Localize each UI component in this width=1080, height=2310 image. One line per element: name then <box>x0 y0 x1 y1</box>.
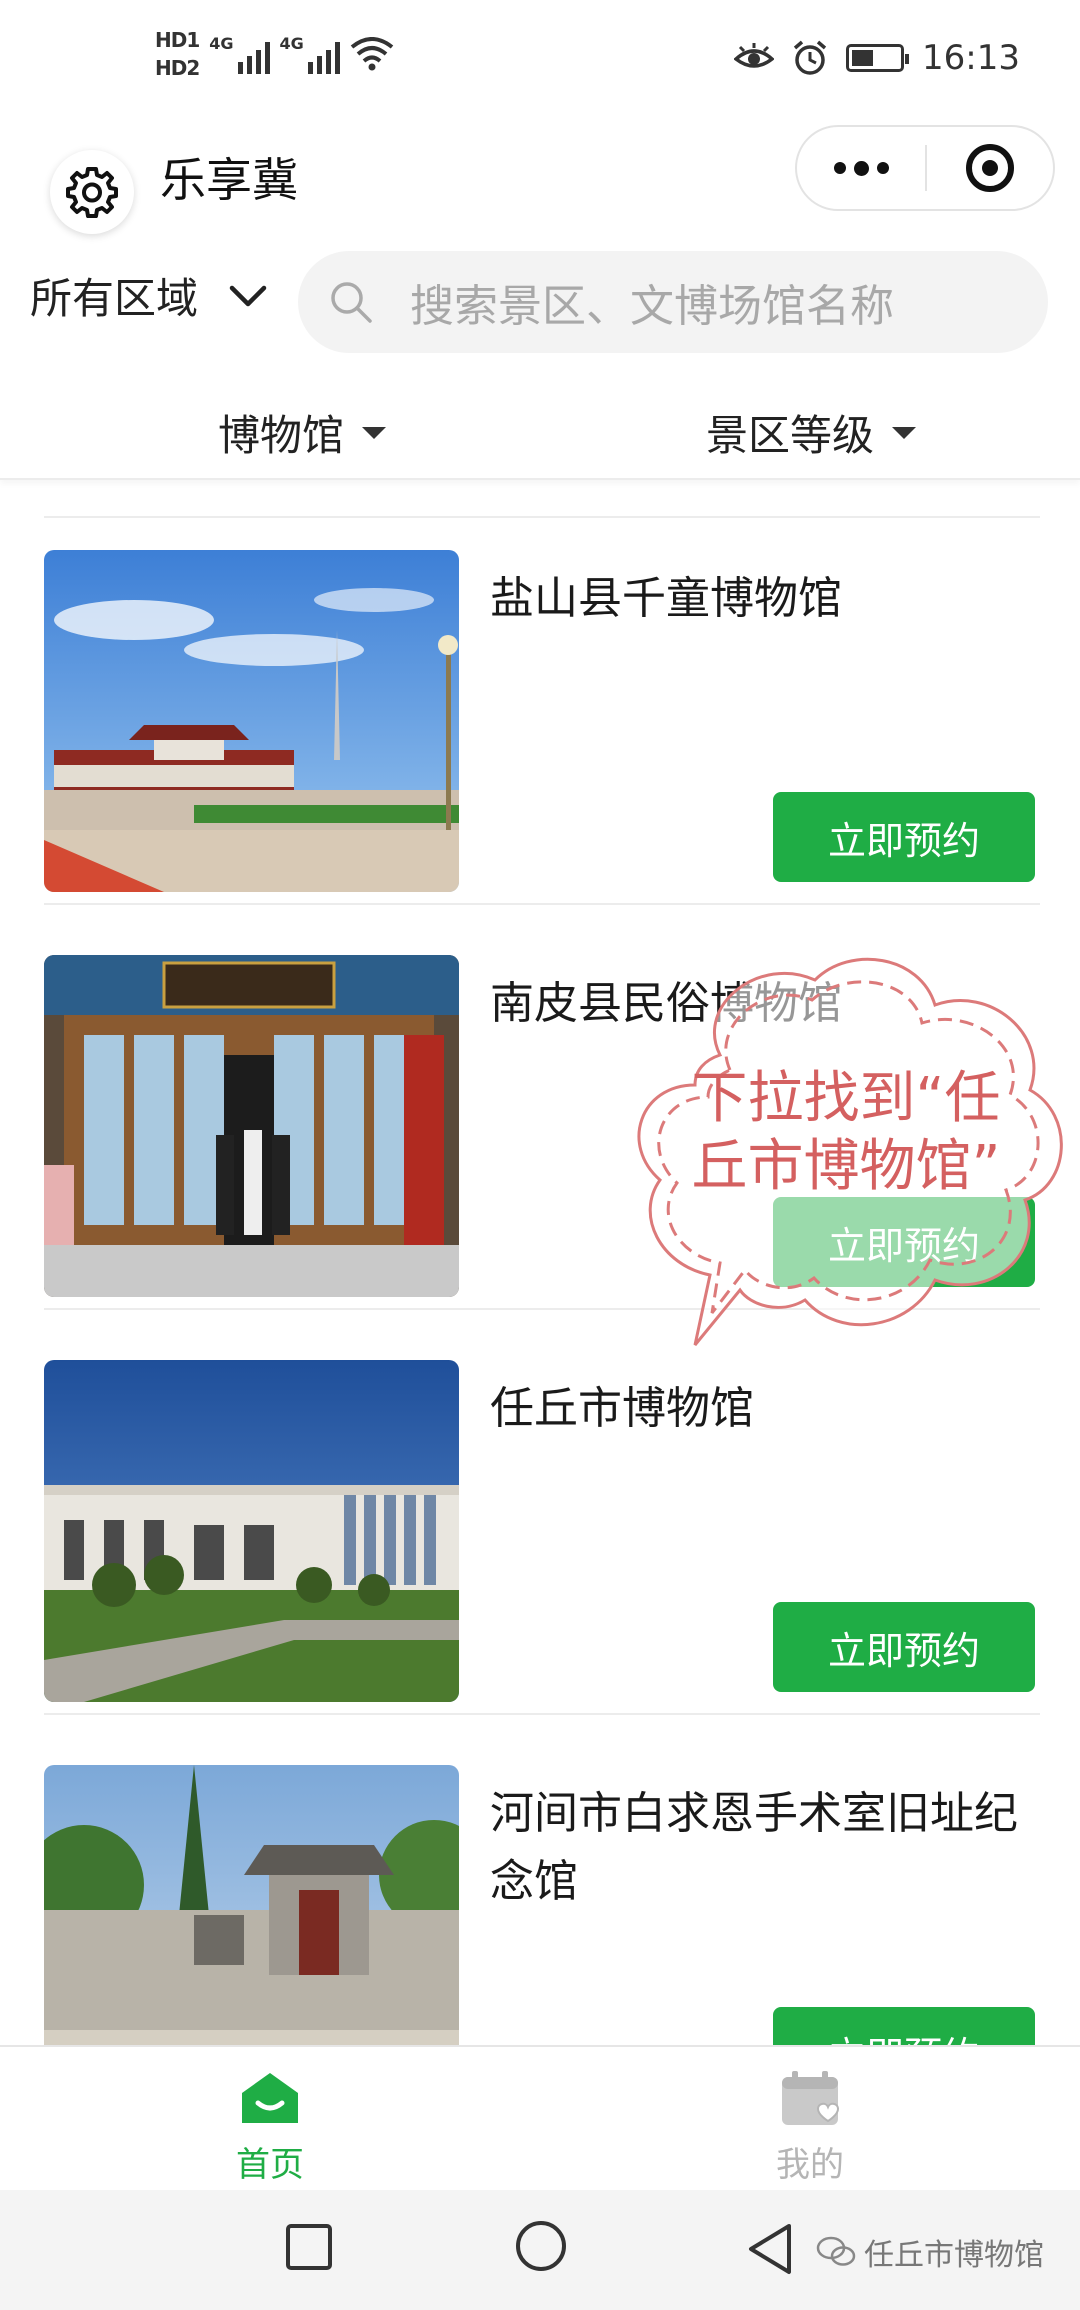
gear-icon <box>66 167 118 218</box>
battery-level <box>852 50 874 66</box>
tab-mine[interactable]: 我的 <box>710 2069 910 2186</box>
book-now-button[interactable]: 立即预约 <box>773 792 1035 882</box>
hd1-label: HD1 <box>155 28 200 52</box>
mini-program-capsule <box>795 125 1055 211</box>
status-right: 16:13 <box>734 38 1020 78</box>
venue-photo[interactable] <box>44 955 459 1297</box>
venue-item[interactable]: 河间市白求恩手术室旧址纪念馆 立即预约 <box>0 1715 1080 2045</box>
caret-down-icon <box>362 426 387 439</box>
status-bar: HD1 HD2 4G 4G 16:13 <box>0 0 1080 120</box>
target-icon <box>965 144 1014 192</box>
clock: 16:13 <box>922 38 1020 78</box>
filter-level-label: 景区等级 <box>706 411 875 460</box>
system-nav-bar: 任丘市博物馆 <box>0 2190 1080 2310</box>
calendar-heart-icon <box>782 2071 840 2125</box>
recents-square-icon[interactable] <box>284 2222 334 2272</box>
hd2-label: HD2 <box>155 56 200 80</box>
tab-home-label: 首页 <box>236 2145 304 2185</box>
venue-photo[interactable] <box>44 1765 459 2045</box>
book-now-button[interactable]: 立即预约 <box>773 1197 1035 1287</box>
venue-photo[interactable] <box>44 550 459 892</box>
home-icon <box>242 2073 298 2123</box>
region-dropdown[interactable]: 所有区域 <box>30 265 268 326</box>
caret-down-icon <box>892 426 917 439</box>
venue-item[interactable]: 任丘市博物馆 立即预约 <box>0 1310 1080 1715</box>
book-now-button[interactable]: 立即预约 <box>773 1602 1035 1692</box>
app-title: 乐享冀 <box>160 153 298 207</box>
eye-icon <box>734 43 775 68</box>
venue-name: 盐山县千童博物馆 <box>490 573 842 624</box>
filter-level[interactable]: 景区等级 <box>706 402 917 463</box>
venue-item[interactable]: 盐山县千童博物馆 立即预约 <box>0 500 1080 905</box>
signal-1-icon: 4G <box>209 34 270 74</box>
venue-name: 河间市白求恩手术室旧址纪念馆 <box>490 1788 1018 1907</box>
wifi-icon <box>350 37 394 71</box>
filter-category[interactable]: 博物馆 <box>218 402 387 463</box>
search-row: 所有区域 搜索景区、文博场馆名称 <box>0 245 1080 355</box>
hd-indicators: HD1 HD2 <box>155 28 200 80</box>
title-bar: 乐享冀 <box>0 120 1080 240</box>
search-placeholder: 搜索景区、文博场馆名称 <box>410 281 894 332</box>
app-logo <box>50 150 134 234</box>
battery-icon <box>846 44 910 72</box>
venue-photo[interactable] <box>44 1360 459 1702</box>
tab-mine-label: 我的 <box>776 2145 844 2185</box>
venue-item[interactable]: 南皮县民俗博物馆 立即预约 <box>0 905 1080 1310</box>
watermark: 任丘市博物馆 <box>816 2230 1044 2274</box>
venue-name: 任丘市博物馆 <box>490 1383 754 1434</box>
venue-list[interactable]: 盐山县千童博物馆 立即预约 南皮县民俗博物馆 立即预约 任丘市博物馆 立即预约 … <box>0 500 1080 2045</box>
chevron-down-icon <box>229 285 267 306</box>
tab-bar: 首页 我的 <box>0 2045 1080 2190</box>
search-icon <box>331 282 372 323</box>
net2-label: 4G <box>279 34 304 53</box>
search-input[interactable]: 搜索景区、文博场馆名称 <box>298 251 1048 353</box>
more-dots-icon[interactable] <box>797 127 925 209</box>
venue-name: 南皮县民俗博物馆 <box>490 978 842 1029</box>
net1-label: 4G <box>209 34 234 53</box>
filter-category-label: 博物馆 <box>218 411 345 460</box>
home-circle-icon[interactable] <box>513 2218 569 2274</box>
back-triangle-icon[interactable] <box>745 2222 795 2276</box>
watermark-text: 任丘市博物馆 <box>864 2238 1044 2273</box>
signal-2-icon: 4G <box>280 34 340 74</box>
filter-row: 博物馆 景区等级 <box>0 380 1080 480</box>
close-button[interactable] <box>927 127 1053 209</box>
status-left: HD1 HD2 4G 4G <box>155 28 394 80</box>
book-now-button[interactable]: 立即预约 <box>773 2007 1035 2045</box>
wechat-icon <box>816 2236 856 2266</box>
tab-home[interactable]: 首页 <box>170 2069 370 2186</box>
alarm-icon <box>793 40 827 75</box>
region-label: 所有区域 <box>30 274 199 323</box>
